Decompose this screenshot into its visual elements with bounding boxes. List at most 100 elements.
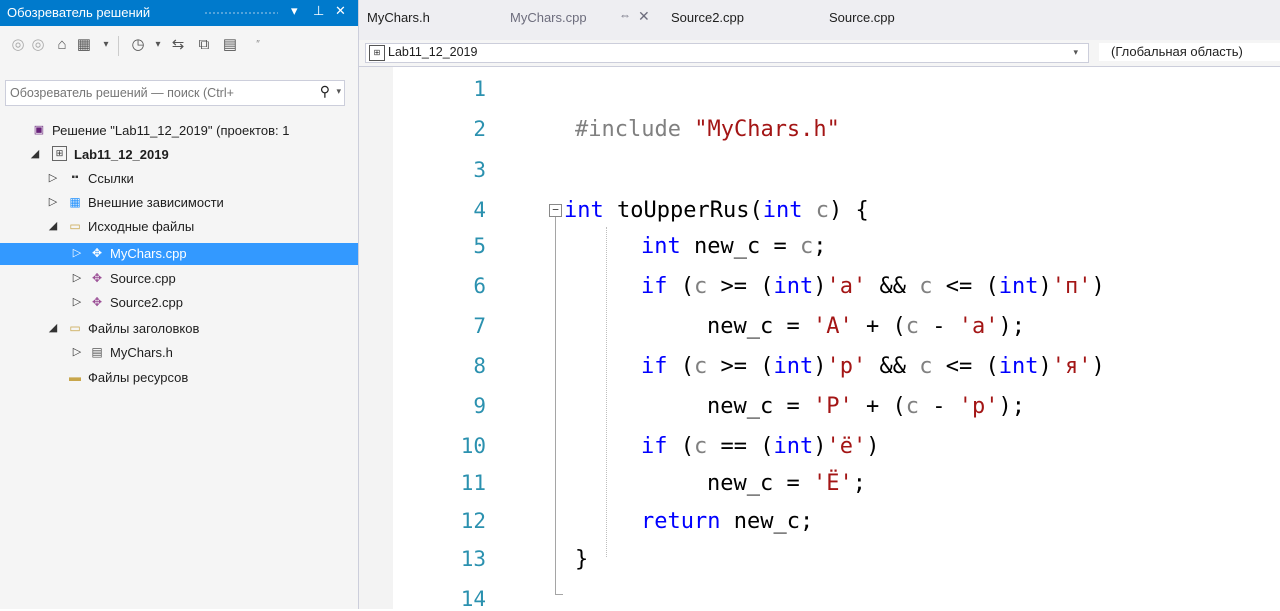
line-number: 1 bbox=[473, 77, 486, 101]
tree-item-label: Source.cpp bbox=[110, 271, 176, 286]
line-number: 14 bbox=[460, 587, 486, 611]
tab-label: Source.cpp bbox=[829, 10, 895, 25]
collapsed-arrow-icon[interactable]: ▷ bbox=[47, 195, 59, 208]
tab-label: MyChars.h bbox=[367, 10, 430, 25]
line-number: 10 bbox=[460, 434, 486, 458]
tree-item-external-deps[interactable]: ▷ ▦ Внешние зависимости bbox=[0, 192, 358, 214]
back-icon[interactable]: ◎ bbox=[8, 35, 28, 55]
switch-views-icon[interactable]: ▦ bbox=[74, 35, 94, 55]
tree-item-label: Исходные файлы bbox=[88, 219, 195, 234]
search-options-dropdown-icon[interactable]: ▾ bbox=[336, 86, 341, 97]
tree-item-label: MyChars.h bbox=[110, 345, 173, 360]
tab-source2-cpp[interactable]: Source2.cpp bbox=[661, 0, 821, 40]
collapse-block-icon[interactable]: − bbox=[549, 204, 562, 217]
line-number: 8 bbox=[473, 354, 486, 378]
code-line-5: int new_c = c; bbox=[641, 234, 827, 259]
tree-item-label: Lab11_12_2019 bbox=[74, 147, 169, 162]
tab-mychars-h[interactable]: MyChars.h bbox=[359, 0, 501, 40]
tab-mychars-cpp[interactable]: MyChars.cpp ⇔ ✕ bbox=[501, 0, 661, 40]
collapsed-arrow-icon[interactable]: ▷ bbox=[47, 171, 59, 184]
project-icon: ⊞ bbox=[52, 146, 67, 161]
collapsed-arrow-icon[interactable]: ▷ bbox=[71, 295, 83, 308]
line-number: 9 bbox=[473, 394, 486, 418]
line-number: 3 bbox=[473, 158, 486, 182]
preprocessor-directive: #include bbox=[575, 117, 695, 142]
tree-item-label: Файлы заголовков bbox=[88, 321, 200, 336]
tree-item-header-files[interactable]: ◢ ▭ Файлы заголовков bbox=[0, 318, 358, 340]
toolbar-separator bbox=[118, 36, 119, 56]
overflow-icon[interactable]: ″ bbox=[248, 35, 268, 55]
project-name: Lab11_12_2019 bbox=[388, 45, 478, 59]
solution-icon: ▣ bbox=[33, 124, 45, 136]
sync-icon[interactable]: ⇆ bbox=[168, 35, 188, 55]
pending-dropdown-icon[interactable]: ▾ bbox=[148, 35, 168, 55]
code-editor[interactable]: 1 2 3 4 5 6 7 8 9 10 11 12 13 14 − #incl… bbox=[359, 67, 1280, 611]
expanded-arrow-icon[interactable]: ◢ bbox=[47, 219, 59, 232]
tree-item-label: Ссылки bbox=[88, 171, 134, 186]
pin-tab-icon[interactable]: ⇔ bbox=[619, 8, 631, 22]
panel-title: Обозреватель решений bbox=[7, 5, 151, 20]
collapsed-arrow-icon[interactable]: ▷ bbox=[71, 246, 83, 259]
collapsed-arrow-icon[interactable]: ▷ bbox=[71, 345, 83, 358]
tree-item-source2-cpp[interactable]: ▷ ✥ Source2.cpp bbox=[0, 292, 358, 314]
code-line-4: int toUpperRus(int c) { bbox=[564, 198, 869, 223]
collapse-all-icon[interactable]: ⧉ bbox=[194, 35, 214, 55]
code-line-6: if (c >= (int)'a' && c <= (int)'п') bbox=[641, 274, 1105, 299]
cpp-file-icon: ✥ bbox=[91, 295, 103, 309]
collapsed-arrow-icon[interactable]: ▷ bbox=[71, 271, 83, 284]
tree-item-solution[interactable]: ▣ Решение "Lab11_12_2019" (проектов: 1 bbox=[0, 120, 358, 142]
line-number: 4 bbox=[473, 198, 486, 222]
folder-icon: ▭ bbox=[69, 219, 81, 233]
tree-item-references[interactable]: ▷ ▪▪ Ссылки bbox=[0, 168, 358, 190]
tree-item-label: Файлы ресурсов bbox=[88, 370, 189, 385]
tab-label: Source2.cpp bbox=[671, 10, 744, 25]
drag-grip[interactable] bbox=[204, 11, 278, 16]
code-line-9: new_c = 'P' + (c - 'p'); bbox=[707, 394, 1025, 419]
references-icon: ▪▪ bbox=[71, 172, 79, 183]
tab-source-cpp[interactable]: Source.cpp bbox=[821, 0, 961, 40]
tree-item-project[interactable]: ◢ ⊞ Lab11_12_2019 bbox=[0, 144, 358, 166]
tree-item-label: MyChars.cpp bbox=[110, 246, 187, 261]
close-tab-icon[interactable]: ✕ bbox=[638, 8, 650, 25]
solution-explorer-titlebar: Обозреватель решений ▾ ⊥ ✕ bbox=[0, 0, 358, 26]
line-number: 2 bbox=[473, 117, 486, 141]
expanded-arrow-icon[interactable]: ◢ bbox=[47, 321, 59, 334]
chevron-down-icon[interactable]: ▾ bbox=[1073, 47, 1078, 58]
solution-explorer-toolbar: ◎ ◎ ⌂ ▦ ▾ ◷ ▾ ⇆ ⧉ ▤ ″ bbox=[0, 26, 358, 64]
line-number: 6 bbox=[473, 274, 486, 298]
search-input[interactable] bbox=[10, 84, 310, 101]
expanded-arrow-icon[interactable]: ◢ bbox=[29, 147, 41, 160]
include-path: "MyChars.h" bbox=[694, 117, 840, 142]
document-tabs: MyChars.h MyChars.cpp ⇔ ✕ Source2.cpp So… bbox=[359, 0, 1280, 40]
pin-icon[interactable]: ⊥ bbox=[313, 3, 324, 19]
folder-icon: ▬ bbox=[69, 370, 81, 384]
solution-explorer-panel: Обозреватель решений ▾ ⊥ ✕ ◎ ◎ ⌂ ▦ ▾ ◷ ▾… bbox=[0, 0, 359, 609]
line-number: 5 bbox=[473, 234, 486, 258]
solution-search-box[interactable]: ⚲ ▾ bbox=[5, 80, 345, 106]
code-line-13: } bbox=[575, 547, 589, 572]
tree-item-mychars-cpp[interactable]: ▷ ✥ MyChars.cpp bbox=[0, 243, 358, 265]
tree-item-resource-files[interactable]: ▬ Файлы ресурсов bbox=[0, 367, 358, 389]
indent-guide bbox=[606, 227, 607, 557]
line-number: 13 bbox=[460, 547, 486, 571]
project-dropdown[interactable]: ⊞ Lab11_12_2019 ▾ bbox=[365, 43, 1089, 63]
line-number: 7 bbox=[473, 314, 486, 338]
dropdown-arrow-icon[interactable]: ▾ bbox=[291, 3, 298, 19]
external-deps-icon: ▦ bbox=[69, 195, 81, 209]
code-line-11: new_c = 'Ё'; bbox=[707, 471, 866, 496]
views-dropdown-icon[interactable]: ▾ bbox=[96, 35, 116, 55]
search-icon[interactable]: ⚲ bbox=[320, 83, 330, 100]
tree-item-source-files[interactable]: ◢ ▭ Исходные файлы bbox=[0, 216, 358, 238]
close-icon[interactable]: ✕ bbox=[335, 3, 346, 19]
show-all-files-icon[interactable]: ▤ bbox=[220, 35, 240, 55]
scope-label: (Глобальная область) bbox=[1111, 44, 1243, 59]
tree-item-mychars-h[interactable]: ▷ ▤ MyChars.h bbox=[0, 342, 358, 364]
scope-dropdown[interactable]: (Глобальная область) bbox=[1099, 43, 1280, 61]
navigation-bar: ⊞ Lab11_12_2019 ▾ (Глобальная область) bbox=[359, 40, 1280, 67]
project-icon: ⊞ bbox=[369, 45, 385, 61]
forward-icon[interactable]: ◎ bbox=[28, 35, 48, 55]
tree-item-label: Внешние зависимости bbox=[88, 195, 224, 210]
tree-item-source-cpp[interactable]: ▷ ✥ Source.cpp bbox=[0, 268, 358, 290]
home-icon[interactable]: ⌂ bbox=[52, 35, 72, 55]
pending-changes-icon[interactable]: ◷ bbox=[128, 35, 148, 55]
